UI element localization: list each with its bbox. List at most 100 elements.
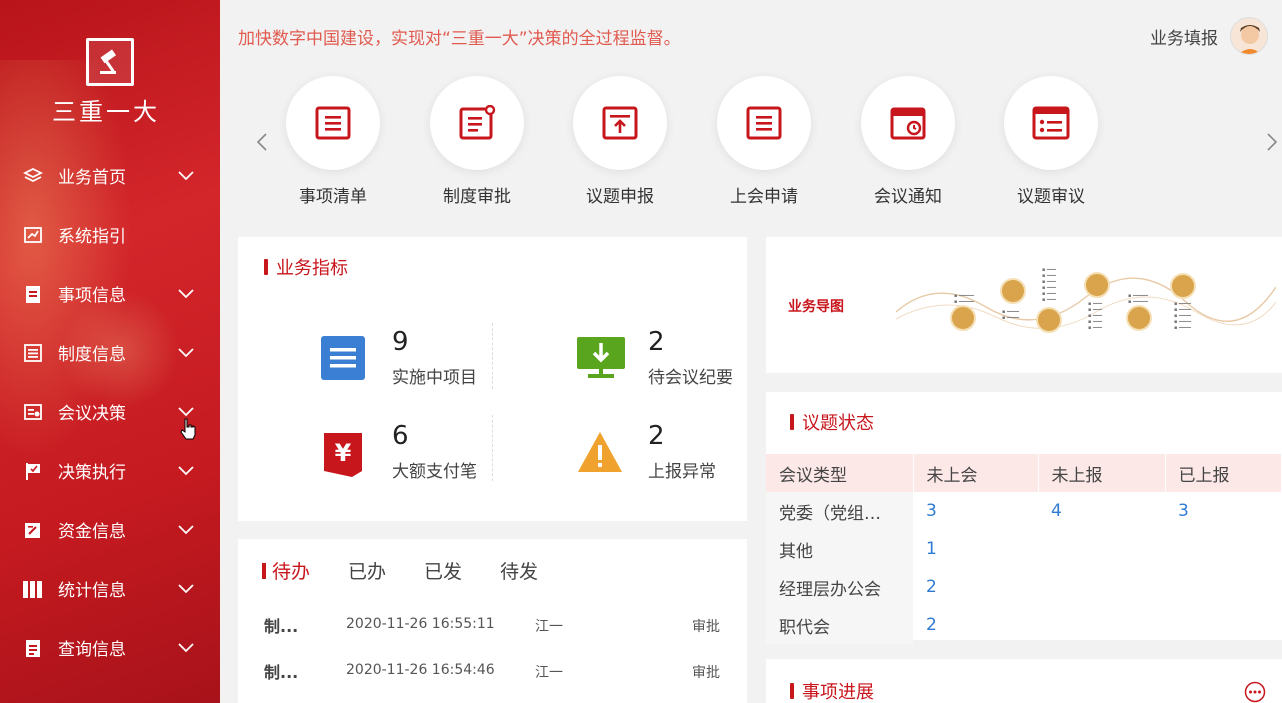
chevron-right-icon[interactable] xyxy=(1266,132,1278,156)
table-row[interactable]: 制... 2020-11-26 16:54:46 江一 审批 xyxy=(238,648,746,694)
count-link xyxy=(1038,568,1165,606)
mindmap-node xyxy=(950,305,976,331)
column-header[interactable]: 未上报 xyxy=(1038,454,1166,492)
tab-to-send[interactable]: 待发 xyxy=(500,557,538,584)
sidebar-item-guide[interactable]: 系统指引 xyxy=(0,205,220,264)
metric-value: 2 xyxy=(648,327,665,357)
todo-type: 审批 xyxy=(692,665,720,681)
meeting-type-cell: 经理层办公会 xyxy=(766,568,913,606)
metric-report-exceptions[interactable]: 2 上报异常 xyxy=(576,419,716,482)
sidebar-item-funds[interactable]: 资金信息 xyxy=(0,500,220,559)
quick-item-matter-list[interactable]: 事项清单 xyxy=(278,76,388,207)
mindmap-text-block: ▪ ━━━ ▪ ━━━ ▪ ━━━ ▪ ━━━ ▪ ━━━ ▪ ━━━ xyxy=(1042,267,1057,303)
list-icon xyxy=(286,76,380,170)
todo-name: 制... xyxy=(264,663,299,682)
count-link[interactable]: 4 xyxy=(1038,492,1165,530)
user-menu[interactable]: 业务填报 xyxy=(1150,17,1268,55)
meeting-type-cell: 职代会 xyxy=(766,606,913,644)
metric-pending-minutes[interactable]: 2 待会议纪要 xyxy=(576,325,733,388)
tab-sent[interactable]: 已发 xyxy=(424,557,462,584)
count-link xyxy=(1165,530,1282,568)
sidebar-item-statistics[interactable]: 统计信息 xyxy=(0,559,220,618)
chevron-down-icon[interactable] xyxy=(178,166,194,186)
chevron-down-icon[interactable] xyxy=(178,520,194,540)
mindmap-node xyxy=(1084,272,1110,298)
quick-item-meeting-notice[interactable]: 会议通知 xyxy=(853,76,963,207)
metric-label: 上报异常 xyxy=(648,462,716,482)
mindmap-text-block: ▪ ━━━━━ ▪ ━━━━━ xyxy=(1128,293,1149,305)
sidebar-item-execution[interactable]: 决策执行 xyxy=(0,441,220,500)
todo-user: 江一 xyxy=(535,619,563,635)
chevron-left-icon[interactable] xyxy=(256,132,268,156)
sidebar-item-label: 决策执行 xyxy=(58,463,126,483)
column-header[interactable]: 已上报 xyxy=(1165,454,1282,492)
count-link[interactable]: 3 xyxy=(1165,492,1282,530)
count-link[interactable]: 2 xyxy=(913,568,1038,606)
sidebar-item-items[interactable]: 事项信息 xyxy=(0,264,220,323)
gavel-icon xyxy=(86,38,134,86)
avatar[interactable] xyxy=(1230,17,1268,55)
todo-time: 2020-11-26 16:55:11 xyxy=(346,616,495,632)
chevron-down-icon[interactable] xyxy=(178,461,194,481)
todo-tabs: 待办 已办 已发 待发 xyxy=(262,557,576,584)
metric-value: 9 xyxy=(392,327,409,357)
quick-item-policy-approval[interactable]: 制度审批 xyxy=(422,76,532,207)
table-header-row: 会议类型 未上会 未上报 已上报 xyxy=(766,454,1282,492)
quick-item-label: 事项清单 xyxy=(299,187,367,207)
sidebar-item-home[interactable]: 业务首页 xyxy=(0,146,220,205)
review-icon xyxy=(1004,76,1098,170)
mindmap-node xyxy=(1170,273,1196,299)
more-icon[interactable] xyxy=(1244,681,1266,703)
chevron-down-icon[interactable] xyxy=(178,638,194,658)
metric-active-projects[interactable]: 9 实施中项目 xyxy=(320,325,477,388)
svg-text:¥: ¥ xyxy=(335,439,352,467)
tab-done[interactable]: 已办 xyxy=(348,557,386,584)
app-name: 三重一大 xyxy=(52,98,160,126)
chevron-down-icon[interactable] xyxy=(178,284,194,304)
sidebar-item-policy[interactable]: 制度信息 xyxy=(0,323,220,382)
divider xyxy=(492,323,493,389)
edit-doc-icon xyxy=(22,519,44,541)
count-link[interactable]: 1 xyxy=(913,530,1038,568)
count-link xyxy=(1165,568,1282,606)
chevron-down-icon[interactable] xyxy=(178,343,194,363)
chevron-down-icon[interactable] xyxy=(178,579,194,599)
sidebar-item-label: 业务首页 xyxy=(58,168,126,188)
calendar-icon xyxy=(861,76,955,170)
list-blue-icon xyxy=(320,335,368,383)
table-row: 职代会 2 xyxy=(766,606,1282,644)
todo-user: 江一 xyxy=(535,665,563,681)
hand-cursor-icon xyxy=(180,418,196,444)
table-row[interactable]: 制... 2020-11-26 16:55:11 江一 审批 xyxy=(238,602,746,648)
metric-label: 实施中项目 xyxy=(392,368,477,388)
sidebar-item-label: 制度信息 xyxy=(58,345,126,365)
quick-item-topic-review[interactable]: 议题审议 xyxy=(996,76,1106,207)
quick-item-label: 议题申报 xyxy=(586,187,654,207)
quick-nav: 事项清单 制度审批 议题申报 上会申请 会议通知 议题审议 xyxy=(220,64,1282,214)
quick-item-meeting-apply[interactable]: 上会申请 xyxy=(709,76,819,207)
quick-item-topic-declare[interactable]: 议题申报 xyxy=(565,76,675,207)
table-row: 其他 1 xyxy=(766,530,1282,568)
quick-item-label: 会议通知 xyxy=(874,187,942,207)
progress-title: 事项进展 xyxy=(790,678,874,703)
flag-icon xyxy=(22,460,44,482)
count-link[interactable]: 3 xyxy=(913,492,1038,530)
count-link[interactable]: 2 xyxy=(913,606,1038,644)
topic-status-title: 议题状态 xyxy=(790,409,874,435)
mindmap-card[interactable]: 业务导图 ▪ ━━━━━ ▪ ━━━━━ ▪ ━━━━ ▪ ━━━━ ▪ ━━━ ▪ … xyxy=(766,237,1282,373)
count-link xyxy=(1038,606,1165,644)
column-header[interactable]: 未上会 xyxy=(913,454,1039,492)
app-logo[interactable]: 三重一大 xyxy=(0,38,220,127)
user-role-label: 业务填报 xyxy=(1150,28,1218,49)
mindmap-node xyxy=(1000,278,1026,304)
metric-label: 大额支付笔 xyxy=(392,462,477,482)
meeting-doc-icon xyxy=(22,401,44,423)
tab-todo[interactable]: 待办 xyxy=(262,557,310,584)
sidebar-item-label: 系统指引 xyxy=(58,227,126,247)
metric-large-payments[interactable]: ¥ 6 大额支付笔 xyxy=(320,419,477,482)
sidebar-item-query[interactable]: 查询信息 xyxy=(0,618,220,677)
monitor-download-icon xyxy=(576,335,625,383)
yuan-icon: ¥ xyxy=(320,429,368,477)
quick-item-label: 议题审议 xyxy=(1017,187,1085,207)
sidebar-item-label: 资金信息 xyxy=(58,522,126,542)
